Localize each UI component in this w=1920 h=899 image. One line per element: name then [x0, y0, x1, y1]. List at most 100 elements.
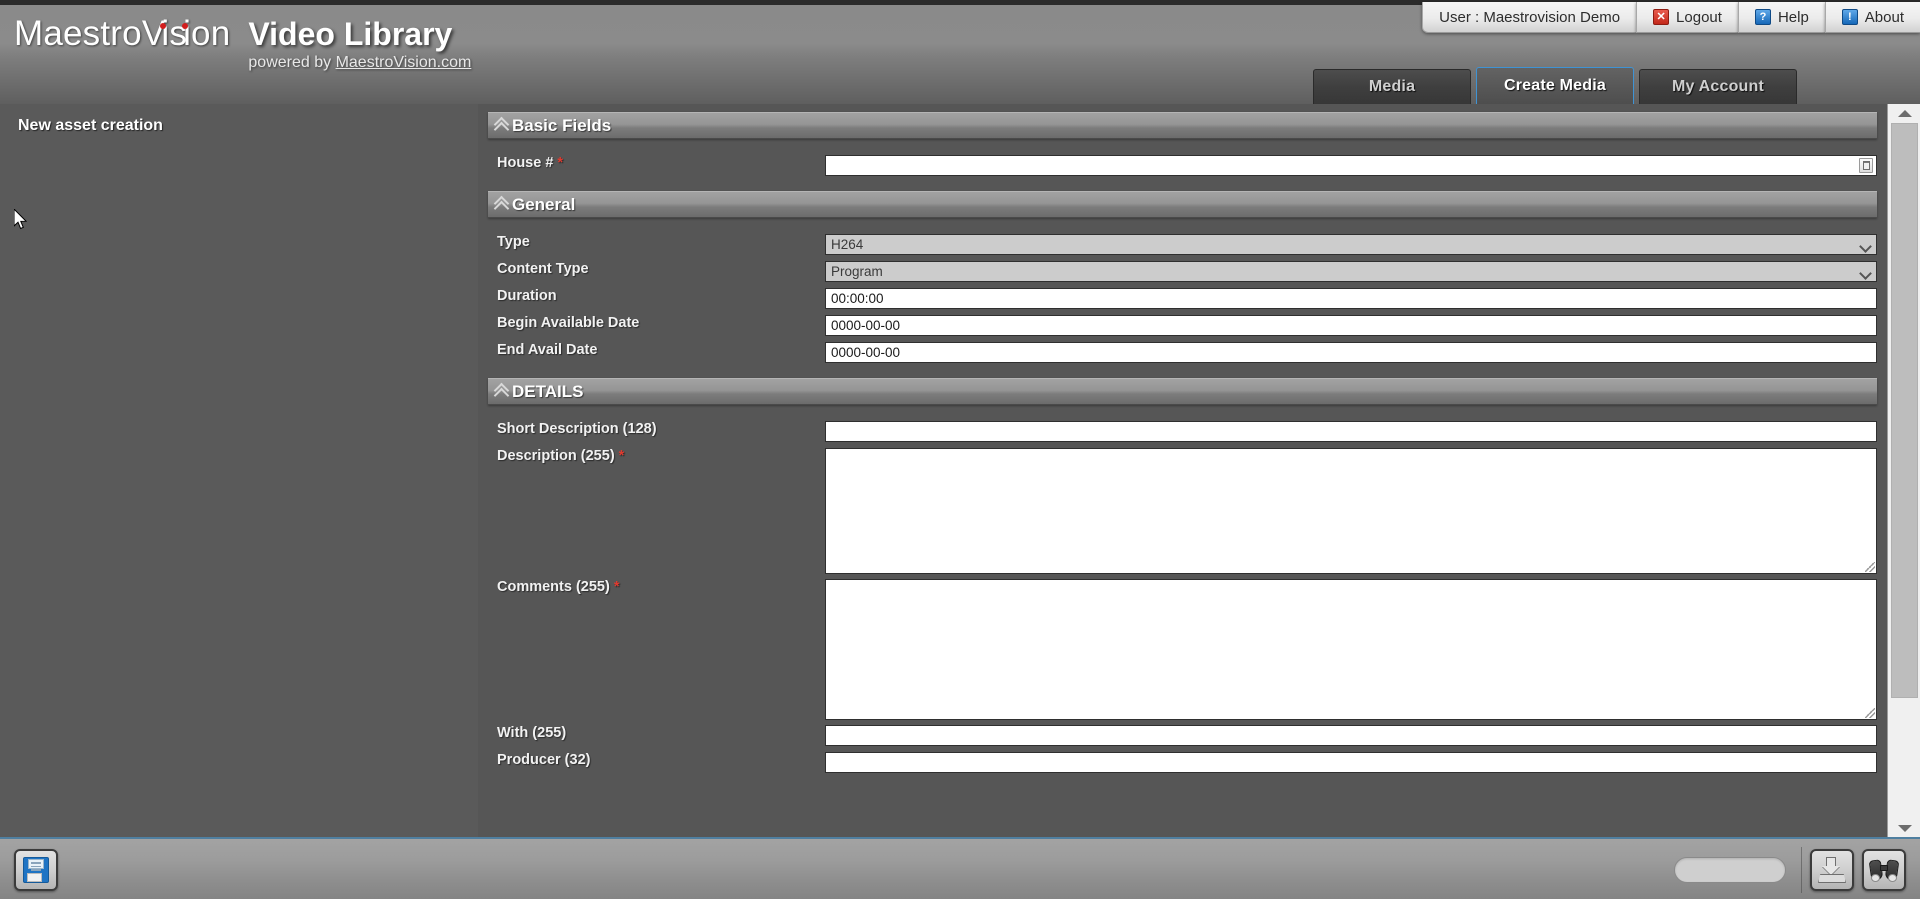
sidebar-heading: New asset creation: [18, 117, 163, 134]
label-description-text: Description (255): [497, 448, 615, 464]
resize-grip-icon[interactable]: [1865, 562, 1875, 572]
label-house-number: House # *: [488, 155, 825, 171]
chevron-up-icon: [494, 383, 509, 400]
title-block: Video Library powered by MaestroVision.c…: [248, 16, 471, 73]
content-type-select[interactable]: Program: [825, 261, 1877, 282]
end-avail-date-input[interactable]: [825, 342, 1877, 363]
tab-my-account[interactable]: My Account: [1639, 69, 1797, 104]
chevron-up-icon: [494, 117, 509, 134]
comments-textarea[interactable]: [825, 579, 1877, 720]
maestrovision-link[interactable]: MaestroVision.com: [336, 54, 472, 71]
mouse-cursor-icon: [14, 209, 28, 230]
required-marker-house: *: [557, 155, 564, 171]
label-duration: Duration: [497, 288, 557, 304]
with-input[interactable]: [825, 725, 1877, 746]
duration-input[interactable]: [825, 288, 1877, 309]
resize-grip-icon[interactable]: [1865, 708, 1875, 718]
field-row-comments: Comments (255) *: [488, 579, 1877, 720]
chevron-down-icon: [1859, 267, 1872, 280]
required-marker-comments: *: [613, 579, 620, 595]
logout-label: Logout: [1676, 8, 1722, 26]
field-row-short-description: Short Description (128): [488, 421, 1877, 443]
triangle-up-icon: [1897, 109, 1912, 117]
save-button[interactable]: [14, 849, 58, 891]
current-user-label: User : Maestrovision Demo: [1422, 2, 1637, 33]
field-row-producer: Producer (32): [488, 752, 1877, 774]
scroll-down-button[interactable]: [1888, 819, 1920, 837]
label-comments-text: Comments (255): [497, 579, 610, 595]
content-scrollbar[interactable]: [1887, 104, 1920, 837]
brand-block: MaestroVision Video Library powered by M…: [14, 14, 471, 73]
app-header: MaestroVision Video Library powered by M…: [0, 0, 1920, 104]
bottom-toolbar: [0, 837, 1920, 899]
short-description-input[interactable]: [825, 421, 1877, 442]
scroll-up-button[interactable]: [1888, 104, 1920, 122]
type-select-value: H264: [831, 237, 864, 252]
tab-create-media[interactable]: Create Media: [1476, 67, 1634, 104]
logo-part-maestro: Maestro: [14, 14, 142, 53]
list-picker-icon[interactable]: [1859, 158, 1873, 173]
left-sidebar: New asset creation: [0, 104, 478, 837]
user-bar: User : Maestrovision Demo ✕ Logout ? Hel…: [1422, 2, 1920, 33]
main-tabs: Media Create Media My Account: [1313, 67, 1797, 104]
question-mark-icon: ?: [1754, 9, 1771, 25]
binoculars-search-icon: [1868, 858, 1900, 882]
powered-by-text: powered by: [248, 54, 336, 71]
label-house-number-text: House #: [497, 155, 554, 171]
label-type: Type: [497, 234, 530, 250]
company-logo: MaestroVision: [14, 14, 230, 54]
begin-available-date-input[interactable]: [825, 315, 1877, 336]
current-user-text: User : Maestrovision Demo: [1439, 8, 1621, 26]
download-into-tray-icon: [1818, 857, 1846, 883]
form-content-area: Basic Fields House #* General Type H264: [478, 104, 1887, 837]
label-end-avail-date: End Avail Date: [497, 342, 598, 358]
logout-button[interactable]: ✕ Logout: [1636, 2, 1738, 33]
field-row-description: Description (255) *: [488, 448, 1877, 574]
toolbar-divider: [1801, 847, 1802, 893]
field-row-begin-available-date: Begin Available Date: [488, 315, 1877, 337]
chevron-up-icon: [494, 196, 509, 213]
info-exclamation-icon: !: [1841, 9, 1858, 25]
logo-part-ion: ion: [183, 14, 231, 53]
about-label: About: [1864, 8, 1904, 26]
house-number-input[interactable]: [825, 155, 1877, 176]
section-title-details: DETAILS: [512, 382, 584, 401]
field-row-content-type: Content Type Program: [488, 261, 1877, 283]
label-description: Description (255) *: [488, 448, 825, 464]
type-select[interactable]: H264: [825, 234, 1877, 255]
required-marker-description: *: [618, 448, 625, 464]
description-textarea[interactable]: [825, 448, 1877, 574]
producer-input[interactable]: [825, 752, 1877, 773]
powered-by-line: powered by MaestroVision.com: [248, 53, 471, 73]
scrollbar-thumb[interactable]: [1891, 123, 1918, 698]
close-x-icon: ✕: [1653, 9, 1670, 25]
field-row-with: With (255): [488, 725, 1877, 747]
label-with: With (255): [497, 725, 567, 741]
chevron-down-icon: [1859, 240, 1872, 253]
field-row-end-avail-date: End Avail Date: [488, 342, 1877, 364]
section-header-general[interactable]: General: [488, 191, 1877, 218]
label-producer: Producer (32): [497, 752, 591, 768]
about-button[interactable]: ! About: [1824, 2, 1920, 33]
section-title-basic-fields: Basic Fields: [512, 116, 612, 135]
label-begin-available-date: Begin Available Date: [497, 315, 640, 331]
triangle-down-icon: [1897, 824, 1912, 832]
browse-button[interactable]: [1862, 849, 1906, 891]
section-header-basic-fields[interactable]: Basic Fields: [488, 112, 1877, 139]
status-field[interactable]: [1674, 857, 1786, 883]
field-row-house-number: House # *: [488, 155, 1877, 177]
field-row-duration: Duration: [488, 288, 1877, 310]
page-title: Video Library: [248, 16, 453, 52]
section-header-details[interactable]: DETAILS: [488, 378, 1877, 405]
label-content-type: Content Type: [497, 261, 589, 277]
import-button[interactable]: [1810, 849, 1854, 891]
floppy-disk-save-icon: [23, 857, 49, 883]
label-short-description: Short Description (128): [497, 421, 657, 437]
field-row-type: Type H264: [488, 234, 1877, 256]
content-type-select-value: Program: [831, 264, 883, 279]
tab-media[interactable]: Media: [1313, 69, 1471, 104]
help-button[interactable]: ? Help: [1737, 2, 1825, 33]
section-title-general: General: [512, 195, 576, 214]
label-comments: Comments (255) *: [488, 579, 825, 595]
help-label: Help: [1777, 8, 1809, 26]
